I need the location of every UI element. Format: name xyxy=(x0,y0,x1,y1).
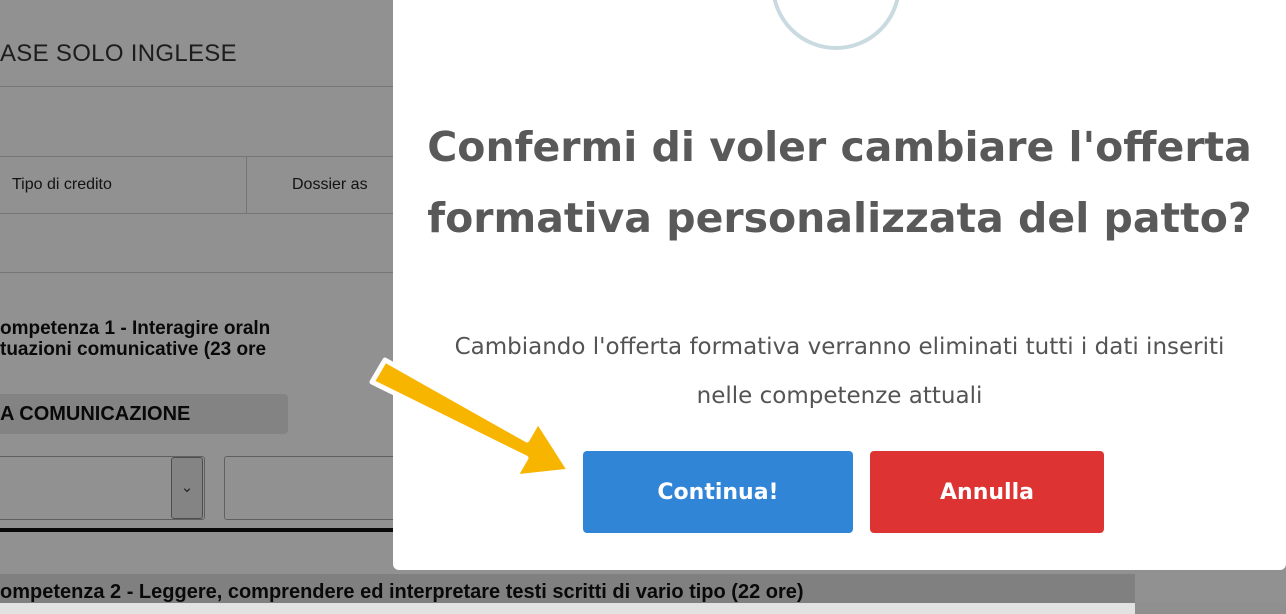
confirm-dialog: Confermi di voler cambiare l'offerta for… xyxy=(393,0,1286,570)
continue-button[interactable]: Continua! xyxy=(583,451,853,533)
cancel-button[interactable]: Annulla xyxy=(870,451,1104,533)
dialog-message: Cambiando l'offerta formativa verranno e… xyxy=(454,334,1225,409)
question-icon xyxy=(771,0,901,50)
dialog-title: Confermi di voler cambiare l'offerta for… xyxy=(427,123,1252,242)
